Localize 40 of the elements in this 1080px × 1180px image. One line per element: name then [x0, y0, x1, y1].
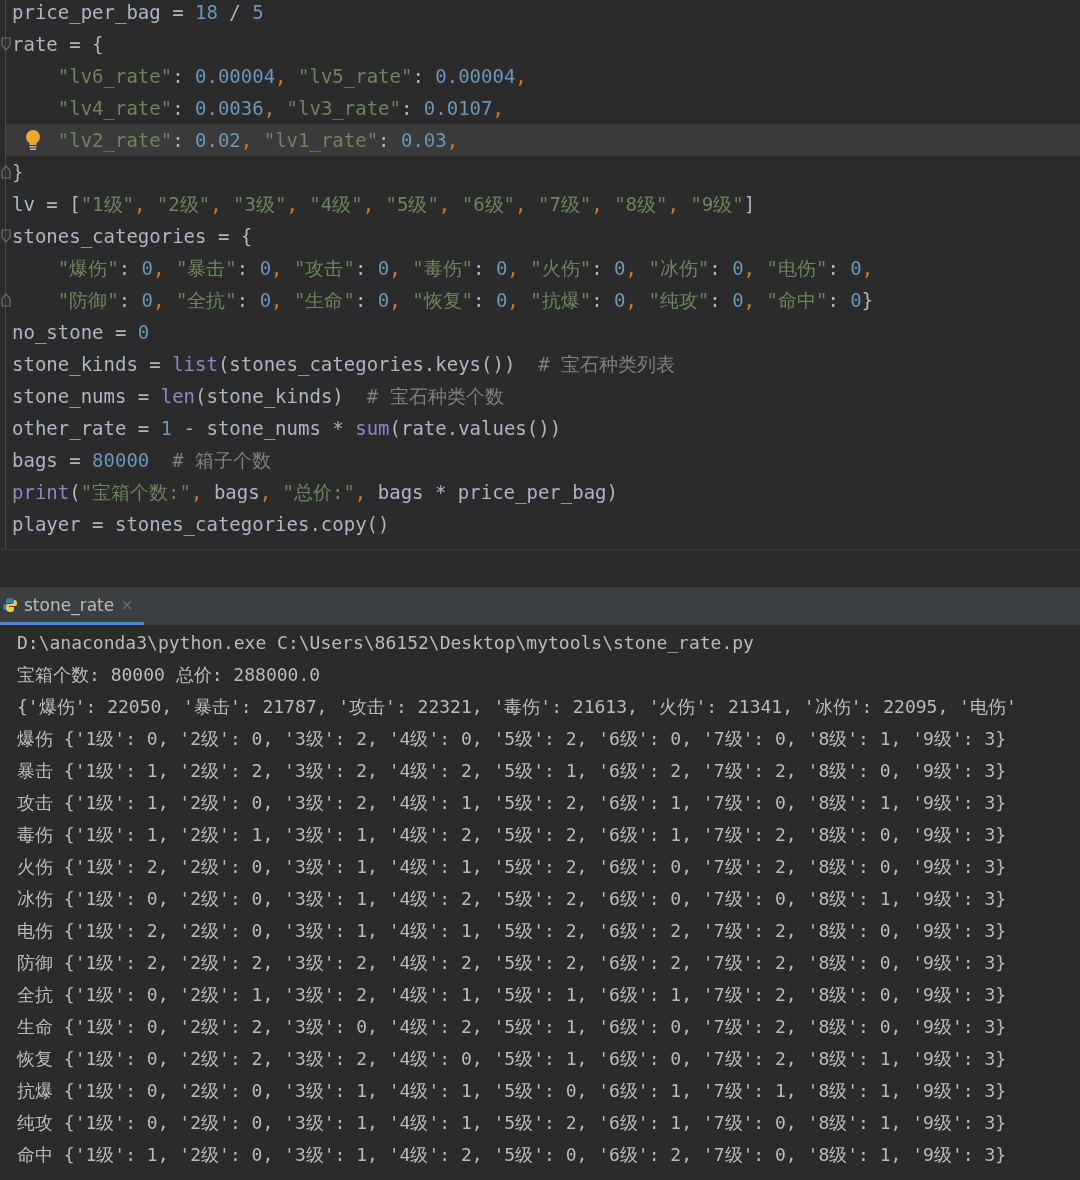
fold-icon[interactable]	[1, 229, 11, 243]
code-line: stone_nums = len(stone_kinds) # 宝石种类个数	[12, 384, 505, 410]
output-line: 爆伤 {'1级': 0, '2级': 0, '3级': 2, '4级': 0, '5级': 2, '6级': 0, '7级': 0, '8级': 1, '9级': 3}	[17, 727, 1008, 751]
output-line: 生命 {'1级': 0, '2级': 2, '3级': 0, '4级': 2, '5级': 1, '6级': 0, '7级': 2, '8级': 0, '9级': 3}	[17, 1015, 1008, 1039]
code-line: stones_categories = {	[12, 224, 254, 250]
output-line: 毒伤 {'1级': 1, '2级': 1, '3级': 1, '4级': 2, '5级': 2, '6级': 1, '7级': 2, '8级': 0, '9级': 3}	[17, 823, 1008, 847]
code-line: other_rate = 1 - stone_nums * sum(rate.values())	[12, 416, 563, 442]
code-line: no_stone = 0	[12, 320, 151, 346]
fold-icon[interactable]	[1, 37, 11, 51]
tab-label: stone_rate	[24, 594, 115, 615]
code-line: lv = ["1级", "2级", "3级", "4级", "5级", "6级", "7级", "8级", "9级"]	[12, 192, 757, 217]
output-line: {'爆伤': 22050, '暴击': 21787, '攻击': 22321, '毒伤': 21613, '火伤': 21341, '冰伤': 22095, '电伤'	[17, 695, 1018, 719]
lightbulb-icon[interactable]	[25, 129, 41, 151]
code-line: rate = {	[12, 32, 105, 57]
code-line: "lv6_rate": 0.00004, "lv5_rate": 0.00004,	[57, 64, 528, 90]
output-line: 恢复 {'1级': 0, '2级': 2, '3级': 2, '4级': 0, '5级': 1, '6级': 0, '7级': 2, '8级': 1, '9级': 3}	[17, 1047, 1008, 1071]
code-line: }	[12, 160, 25, 185]
output-line: 火伤 {'1级': 2, '2级': 0, '3级': 1, '4级': 1, '5级': 2, '6级': 0, '7级': 2, '8级': 0, '9级': 3}	[17, 855, 1008, 879]
code-line: print("宝箱个数:", bags, "总价:", bags * price_per_bag)	[12, 480, 619, 506]
fold-icon[interactable]	[1, 293, 11, 307]
output-line: 命中 {'1级': 1, '2级': 0, '3级': 1, '4级': 2, '5级': 0, '6级': 2, '7级': 0, '8级': 1, '9级': 3}	[17, 1143, 1008, 1167]
fold-icon[interactable]	[1, 165, 11, 179]
output-line: 冰伤 {'1级': 0, '2级': 0, '3级': 1, '4级': 2, '5级': 2, '6级': 0, '7级': 0, '8级': 1, '9级': 3}	[17, 887, 1008, 911]
output-line: 攻击 {'1级': 1, '2级': 0, '3级': 2, '4级': 1, '5级': 2, '6级': 1, '7级': 0, '8级': 1, '9级': 3}	[17, 791, 1008, 815]
output-line: 电伤 {'1级': 2, '2级': 0, '3级': 1, '4级': 1, '5级': 2, '6级': 2, '7级': 2, '8级': 0, '9级': 3}	[17, 919, 1008, 943]
code-line: bags = 80000 # 箱子个数	[12, 448, 273, 473]
output-line: 防御 {'1级': 2, '2级': 2, '3级': 2, '4级': 2, '5级': 2, '6级': 2, '7级': 2, '8级': 0, '9级': 3}	[17, 951, 1008, 975]
output-line: 纯攻 {'1级': 0, '2级': 0, '3级': 1, '4级': 1, '5级': 2, '6级': 1, '7级': 0, '8级': 1, '9级': 3}	[17, 1111, 1008, 1135]
code-line: price_per_bag = 18 / 5	[12, 0, 265, 26]
output-line: 抗爆 {'1级': 0, '2级': 0, '3级': 1, '4级': 1, '5级': 0, '6级': 1, '7级': 1, '8级': 1, '9级': 3}	[17, 1079, 1008, 1103]
code-line: "防御": 0, "全抗": 0, "生命": 0, "恢复": 0, "抗爆": 0, "纯攻": 0, "命中": 0}	[57, 288, 875, 313]
code-line: stone_kinds = list(stones_categories.keys()) # 宝石种类列表	[12, 352, 677, 378]
code-line: player = stones_categories.copy()	[12, 512, 391, 538]
output-line: 宝箱个数: 80000 总价: 288000.0	[17, 663, 322, 687]
python-icon	[2, 596, 18, 613]
output-line: 全抗 {'1级': 0, '2级': 1, '3级': 2, '4级': 1, '5级': 1, '6级': 1, '7级': 2, '8级': 0, '9级': 3}	[17, 983, 1008, 1007]
code-line: "lv4_rate": 0.0036, "lv3_rate": 0.0107,	[57, 96, 505, 122]
output-line: 暴击 {'1级': 1, '2级': 2, '3级': 2, '4级': 2, '5级': 1, '6级': 2, '7级': 2, '8级': 0, '9级': 3}	[17, 759, 1008, 783]
code-line: "爆伤": 0, "暴击": 0, "攻击": 0, "毒伤": 0, "火伤": 0, "冰伤": 0, "电伤": 0,	[57, 256, 875, 281]
output-line: D:\anaconda3\python.exe C:\Users\86152\Desktop\mytools\stone_rate.py	[17, 631, 755, 655]
